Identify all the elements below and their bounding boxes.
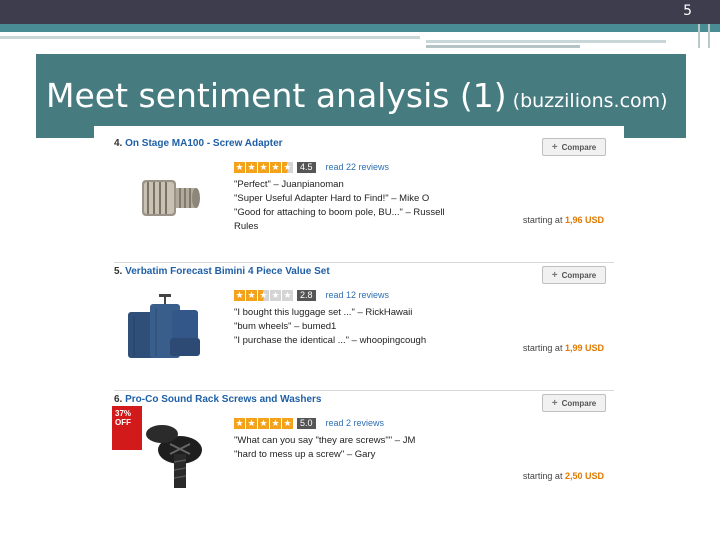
divider: [114, 390, 614, 391]
review-quotes: "Perfect" – Juanpianoman "Super Useful A…: [234, 178, 464, 234]
product-title[interactable]: 5. Verbatim Forecast Bimini 4 Piece Valu…: [114, 266, 330, 277]
product-title[interactable]: 4. On Stage MA100 - Screw Adapter: [114, 138, 283, 149]
plus-icon: +: [551, 141, 558, 153]
rating-score: 2.8: [297, 289, 316, 301]
compare-label: Compare: [561, 270, 597, 280]
review-quote: "Good for attaching to boom pole, BU..."…: [234, 207, 445, 232]
star-half-icon: ★: [258, 289, 269, 301]
compare-button[interactable]: + Compare: [542, 266, 606, 284]
decorative-line: [426, 40, 666, 43]
compare-button[interactable]: + Compare: [542, 394, 606, 412]
star-icon: ★: [234, 161, 245, 173]
star-icon: ★: [234, 417, 245, 429]
product-listing: 4. On Stage MA100 - Screw Adapter ★ ★ ★ …: [94, 126, 624, 496]
star-icon: ★: [234, 289, 245, 301]
review-quote: "hard to mess up a screw" – Gary: [234, 449, 376, 460]
slide-top-bar: [0, 0, 720, 24]
product-name[interactable]: Pro-Co Sound Rack Screws and Washers: [125, 394, 321, 405]
plus-icon: +: [551, 397, 558, 409]
review-quote: "What can you say "they are screws"" – J…: [234, 435, 416, 446]
discount-percent: 37%: [115, 409, 132, 418]
price-label: starting at: [522, 343, 563, 353]
compare-button[interactable]: + Compare: [542, 138, 606, 156]
review-quotes: "What can you say "they are screws"" – J…: [234, 434, 464, 462]
price-text: starting at 1,96 USD: [523, 215, 604, 225]
rating-score: 5.0: [297, 417, 316, 429]
reviews-link[interactable]: read 12 reviews: [326, 290, 390, 300]
slide-number: 5: [683, 3, 692, 19]
star-half-icon: ★: [282, 161, 293, 173]
decorative-line: [426, 45, 580, 48]
compare-label: Compare: [561, 142, 597, 152]
decorative-line: [0, 36, 420, 39]
decorative-bar: [698, 24, 700, 48]
star-icon: ★: [258, 161, 269, 173]
price-label: starting at: [522, 215, 563, 225]
rating-row: ★ ★ ★ ★ ★ 5.0 read 2 reviews: [234, 417, 384, 429]
star-empty-icon: ★: [282, 289, 293, 301]
product-item: 5. Verbatim Forecast Bimini 4 Piece Valu…: [114, 266, 614, 391]
decorative-bar: [708, 24, 710, 48]
compare-label: Compare: [561, 398, 597, 408]
product-name[interactable]: Verbatim Forecast Bimini 4 Piece Value S…: [125, 266, 330, 277]
reviews-link[interactable]: read 22 reviews: [326, 162, 390, 172]
product-item: 6. Pro-Co Sound Rack Screws and Washers …: [112, 394, 612, 494]
product-image-screw-adapter[interactable]: [122, 158, 222, 238]
product-rank: 5.: [114, 266, 123, 277]
slide-accent-strip: [0, 24, 720, 32]
review-quote: "Perfect" – Juanpianoman: [234, 179, 344, 190]
discount-off: OFF: [115, 418, 131, 427]
star-icon: ★: [246, 289, 257, 301]
star-icon: ★: [258, 417, 269, 429]
rating-row: ★ ★ ★ ★ ★ 4.5 read 22 reviews: [234, 161, 389, 173]
slide-title-main: Meet sentiment analysis (1): [46, 76, 507, 115]
product-name[interactable]: On Stage MA100 - Screw Adapter: [125, 138, 282, 149]
star-icon: ★: [246, 161, 257, 173]
slide-title-source: (buzzilions.com): [512, 90, 668, 112]
reviews-link[interactable]: read 2 reviews: [326, 418, 385, 428]
plus-icon: +: [551, 269, 558, 281]
review-quotes: "I bought this luggage set ..." – RickHa…: [234, 306, 464, 348]
product-rank: 4.: [114, 138, 123, 149]
star-icon: ★: [246, 417, 257, 429]
price-text: starting at 1,99 USD: [523, 343, 604, 353]
product-image-luggage-set[interactable]: [122, 286, 222, 366]
product-title[interactable]: 6. Pro-Co Sound Rack Screws and Washers: [114, 394, 321, 405]
rating-row: ★ ★ ★ ★ ★ 2.8 read 12 reviews: [234, 289, 389, 301]
star-empty-icon: ★: [270, 289, 281, 301]
price-value: 1,99 USD: [564, 343, 604, 353]
product-rank: 6.: [114, 394, 123, 405]
review-quote: "Super Useful Adapter Hard to Find!" – M…: [234, 193, 430, 204]
price-label: starting at: [522, 471, 563, 481]
review-quote: "I bought this luggage set ..." – RickHa…: [234, 307, 413, 318]
price-text: starting at 2,50 USD: [523, 471, 604, 481]
review-quote: "I purchase the identical ..." – whoopin…: [234, 335, 427, 346]
price-value: 2,50 USD: [564, 471, 604, 481]
rating-score: 4.5: [297, 161, 316, 173]
star-icon: ★: [270, 161, 281, 173]
star-icon: ★: [282, 417, 293, 429]
star-icon: ★: [270, 417, 281, 429]
slide-title: Meet sentiment analysis (1) (buzzilions.c…: [46, 76, 668, 115]
review-quote: "bum wheels" – bumed1: [234, 321, 337, 332]
divider: [114, 262, 614, 263]
price-value: 1,96 USD: [564, 215, 604, 225]
discount-badge: 37% OFF: [112, 406, 142, 450]
product-item: 4. On Stage MA100 - Screw Adapter ★ ★ ★ …: [114, 138, 614, 263]
